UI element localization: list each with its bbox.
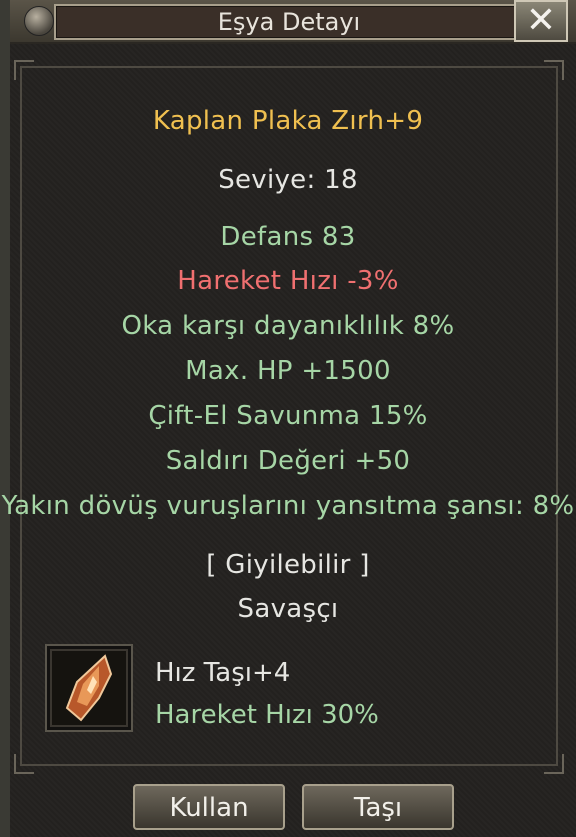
close-button[interactable]: ✕ [514,0,568,42]
orange-gem-icon [50,649,128,727]
use-button[interactable]: Kullan [133,784,285,830]
wearable-label: [ Giyilebilir ] [206,550,370,580]
stat-max-hp: Max. HP +1500 [185,356,391,386]
corner-ornament [14,754,34,774]
stat-defense: Defans 83 [220,222,356,252]
window-title: Eşya Detayı [217,8,361,36]
title-bar[interactable]: Eşya Detayı [10,0,576,44]
stat-melee-reflect: Yakın dövüş vuruşlarını yansıtma şansı: … [1,491,575,521]
class-label: Savaşçı [237,594,339,624]
item-level: Seviye: 18 [218,165,358,195]
stat-attack-value: Saldırı Değeri +50 [165,446,411,476]
title-plate: Eşya Detayı [54,4,524,40]
stone-effect: Hareket Hızı 30% [155,700,379,730]
corner-ornament [14,60,34,80]
item-detail-window: Eşya Detayı ✕ Kaplan Plaka Zırh+9 Seviye… [0,0,576,837]
move-button[interactable]: Taşı [302,784,454,830]
title-knob-icon [24,6,54,36]
corner-ornament [544,60,564,80]
corner-ornament [544,754,564,774]
item-name: Kaplan Plaka Zırh+9 [152,106,424,136]
socket-slot[interactable] [45,644,133,732]
stat-movement-speed: Hareket Hızı -3% [177,266,399,296]
stone-name: Hız Taşı+4 [155,658,291,688]
stat-arrow-resistance: Oka karşı dayanıklılık 8% [121,311,455,341]
stat-two-hand-defense: Çift-El Savunma 15% [148,401,428,431]
close-icon: ✕ [525,0,557,41]
